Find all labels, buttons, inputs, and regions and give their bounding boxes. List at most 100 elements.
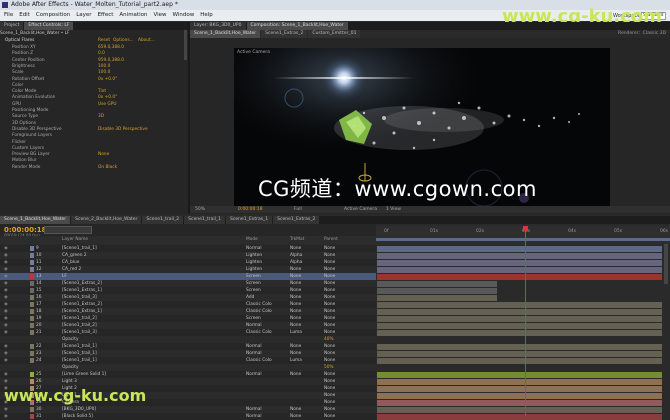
tab-composition-viewer[interactable]: Composition: Scene_1_Backlit,Hoe_Water — [246, 22, 348, 30]
layer-trkmat[interactable]: None — [290, 280, 301, 287]
tl-tab-1[interactable]: Scene_1_Backlit,Hoe_Water — [0, 216, 71, 224]
visibility-eye-icon[interactable]: ◉ — [4, 266, 8, 273]
col-trkmat[interactable]: TrkMat — [290, 236, 304, 244]
layer-row[interactable]: ◉ 11 CA_blue Lighten Alpha None — [0, 259, 376, 266]
subtab-extras2[interactable]: Scene1_Extras_2 — [261, 30, 308, 38]
layer-trkmat[interactable]: Alpha — [290, 259, 302, 266]
visibility-eye-icon[interactable]: ◉ — [4, 413, 8, 420]
layer-label-color[interactable] — [30, 309, 34, 314]
effect-param-row[interactable]: Render Mode On Black — [0, 165, 180, 171]
layer-parent[interactable]: None — [324, 392, 335, 399]
layer-parent[interactable]: None — [324, 294, 335, 301]
visibility-eye-icon[interactable]: ◉ — [4, 280, 8, 287]
effect-param-row[interactable]: Custom Layers — [0, 146, 180, 152]
effect-param-row[interactable]: Disable 3D Perspective Disable 3D Perspec… — [0, 127, 180, 133]
menu-view[interactable]: View — [153, 12, 166, 18]
layer-trkmat[interactable]: None — [290, 308, 301, 315]
layer-parent[interactable]: None — [324, 357, 335, 364]
layer-mode[interactable]: Screen — [246, 273, 261, 280]
layer-trkmat[interactable]: None — [290, 322, 301, 329]
menu-layer[interactable]: Layer — [76, 12, 91, 18]
layer-parent[interactable]: None — [324, 273, 335, 280]
layer-label-color[interactable] — [30, 288, 34, 293]
layer-duration-bar[interactable] — [377, 294, 497, 301]
effect-param-value[interactable]: 0x +0.0° — [98, 77, 117, 83]
layer-trkmat[interactable]: None — [290, 350, 301, 357]
layer-duration-bar[interactable] — [377, 357, 662, 364]
layer-duration-bar[interactable] — [377, 308, 662, 315]
effect-param-value[interactable]: 0x +0.0° — [98, 95, 117, 101]
tab-project[interactable]: Project — [0, 22, 24, 30]
layer-duration-bar[interactable] — [377, 329, 662, 336]
visibility-eye-icon[interactable]: ◉ — [4, 350, 8, 357]
visibility-eye-icon[interactable]: ◉ — [4, 294, 8, 301]
menu-window[interactable]: Window — [173, 12, 195, 18]
layer-mode[interactable]: Classic Colo — [246, 301, 272, 308]
timeline-scrollbar[interactable] — [664, 244, 668, 284]
layer-label-color[interactable] — [30, 372, 34, 377]
effect-param-row[interactable]: Motion Blur — [0, 158, 180, 164]
effect-param-row[interactable]: 3D Options — [0, 121, 180, 127]
layer-duration-bar[interactable] — [377, 252, 662, 259]
layer-label-color[interactable] — [30, 351, 34, 356]
layer-parent[interactable]: None — [324, 287, 335, 294]
visibility-eye-icon[interactable]: ◉ — [4, 252, 8, 259]
layer-label-color[interactable] — [30, 302, 34, 307]
layer-parent[interactable]: None — [324, 280, 335, 287]
layer-label-color[interactable] — [30, 253, 34, 258]
layer-row[interactable]: ◉ 31 [Black Solid 5] Normal None None — [0, 413, 376, 420]
layer-trkmat[interactable]: None — [290, 343, 301, 350]
menu-file[interactable]: File — [4, 12, 13, 18]
visibility-eye-icon[interactable]: ◉ — [4, 315, 8, 322]
layer-duration-bar[interactable] — [377, 280, 497, 287]
layer-trkmat[interactable]: None — [290, 301, 301, 308]
layer-mode[interactable]: Screen — [246, 280, 261, 287]
layer-parent[interactable]: None — [324, 378, 335, 385]
effect-param-row[interactable]: Foreground Layers — [0, 133, 180, 139]
about-link[interactable]: About... — [138, 38, 155, 44]
layer-label-color[interactable] — [30, 260, 34, 265]
layer-duration-bar[interactable] — [377, 315, 662, 322]
renderer-value[interactable]: Classic 3D — [643, 30, 666, 38]
layer-parent[interactable]: None — [324, 329, 335, 336]
layer-trkmat[interactable]: None — [290, 413, 301, 420]
tab-layer-viewer[interactable]: Layer: BKG_3D0_UP0 — [190, 22, 246, 30]
layer-row[interactable]: ◉ 10 CA_green 2 Lighten Alpha None — [0, 252, 376, 259]
layer-row[interactable]: ◉ 19 [Scene1_trail_2] Screen None None — [0, 315, 376, 322]
effect-param-row[interactable]: Flicker — [0, 140, 180, 146]
playhead[interactable] — [525, 226, 526, 416]
layer-label-color[interactable] — [30, 323, 34, 328]
effect-param-value[interactable]: 100.0 — [98, 64, 110, 70]
visibility-eye-icon[interactable]: ◉ — [4, 301, 8, 308]
effect-param-value[interactable]: On Black — [98, 165, 117, 171]
work-area-bar[interactable] — [376, 238, 670, 241]
timeline-search[interactable] — [44, 226, 92, 234]
layer-label-color[interactable] — [30, 344, 34, 349]
layer-trkmat[interactable]: None — [290, 371, 301, 378]
effect-param-row[interactable]: Brightness 100.0 — [0, 64, 180, 70]
visibility-eye-icon[interactable]: ◉ — [4, 273, 8, 280]
layer-parent[interactable]: None — [324, 315, 335, 322]
layer-trkmat[interactable]: None — [290, 245, 301, 252]
effect-param-value[interactable]: 0.0 — [98, 51, 105, 57]
effect-param-value[interactable]: 959.0,388.0 — [98, 58, 124, 64]
layer-label-color[interactable] — [30, 330, 34, 335]
options-link[interactable]: Options... — [113, 38, 134, 44]
visibility-eye-icon[interactable]: ◉ — [4, 378, 8, 385]
viewer-timecode[interactable]: 0:00:00:18 — [238, 206, 263, 213]
tl-tab-2[interactable]: Scene_2_Backlit,Hoe_Water — [71, 216, 142, 224]
menu-edit[interactable]: Edit — [19, 12, 30, 18]
effect-param-row[interactable]: Source Type 3D — [0, 114, 180, 120]
layer-label-color[interactable] — [30, 358, 34, 363]
tab-effect-controls[interactable]: Effect Controls: LF — [24, 22, 74, 30]
layer-mode[interactable]: Screen — [246, 315, 261, 322]
layer-trkmat[interactable]: None — [290, 406, 301, 413]
effect-param-row[interactable]: Animation Evolution 0x +0.0° — [0, 95, 180, 101]
visibility-eye-icon[interactable]: ◉ — [4, 322, 8, 329]
effect-param-row[interactable]: Position Z 0.0 — [0, 51, 180, 57]
layer-row[interactable]: ◉ 30 [BKG_3D0_UP0] Normal None None — [0, 406, 376, 413]
effect-param-row[interactable]: Rotation Offset 0x +0.0° — [0, 77, 180, 83]
layer-duration-bar[interactable] — [377, 266, 662, 273]
menu-animation[interactable]: Animation — [119, 12, 147, 18]
layer-duration-bar[interactable] — [377, 399, 662, 406]
